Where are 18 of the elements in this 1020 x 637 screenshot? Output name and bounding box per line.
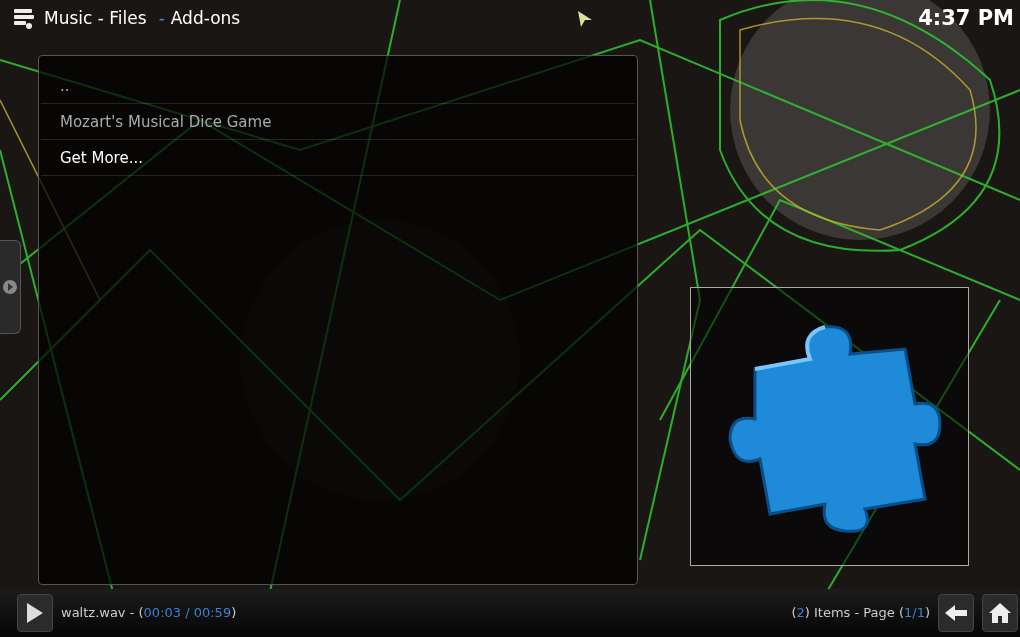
breadcrumb-separator: -: [158, 7, 165, 31]
cursor-icon: [577, 10, 594, 28]
play-icon: [26, 602, 44, 624]
home-icon: [988, 602, 1012, 624]
list-item[interactable]: ..: [41, 68, 635, 104]
list-item[interactable]: Get More...: [41, 140, 635, 176]
home-button[interactable]: [982, 594, 1018, 632]
back-button[interactable]: [938, 594, 974, 632]
play-button[interactable]: [17, 594, 53, 632]
breadcrumb-item: Music - Files: [44, 7, 147, 31]
side-menu-tab[interactable]: [0, 240, 21, 334]
page-info-text: (2) Items - Page (1/1): [791, 604, 930, 623]
list-item[interactable]: Mozart's Musical Dice Game: [41, 104, 635, 140]
arrow-right-icon: [3, 280, 17, 294]
arrow-left-icon: [944, 604, 968, 622]
breadcrumb-item: Add-ons: [170, 7, 241, 31]
now-playing-text: waltz.wav - (00:03 / 00:59): [61, 604, 237, 623]
clock: 4:37 PM: [918, 5, 1014, 33]
